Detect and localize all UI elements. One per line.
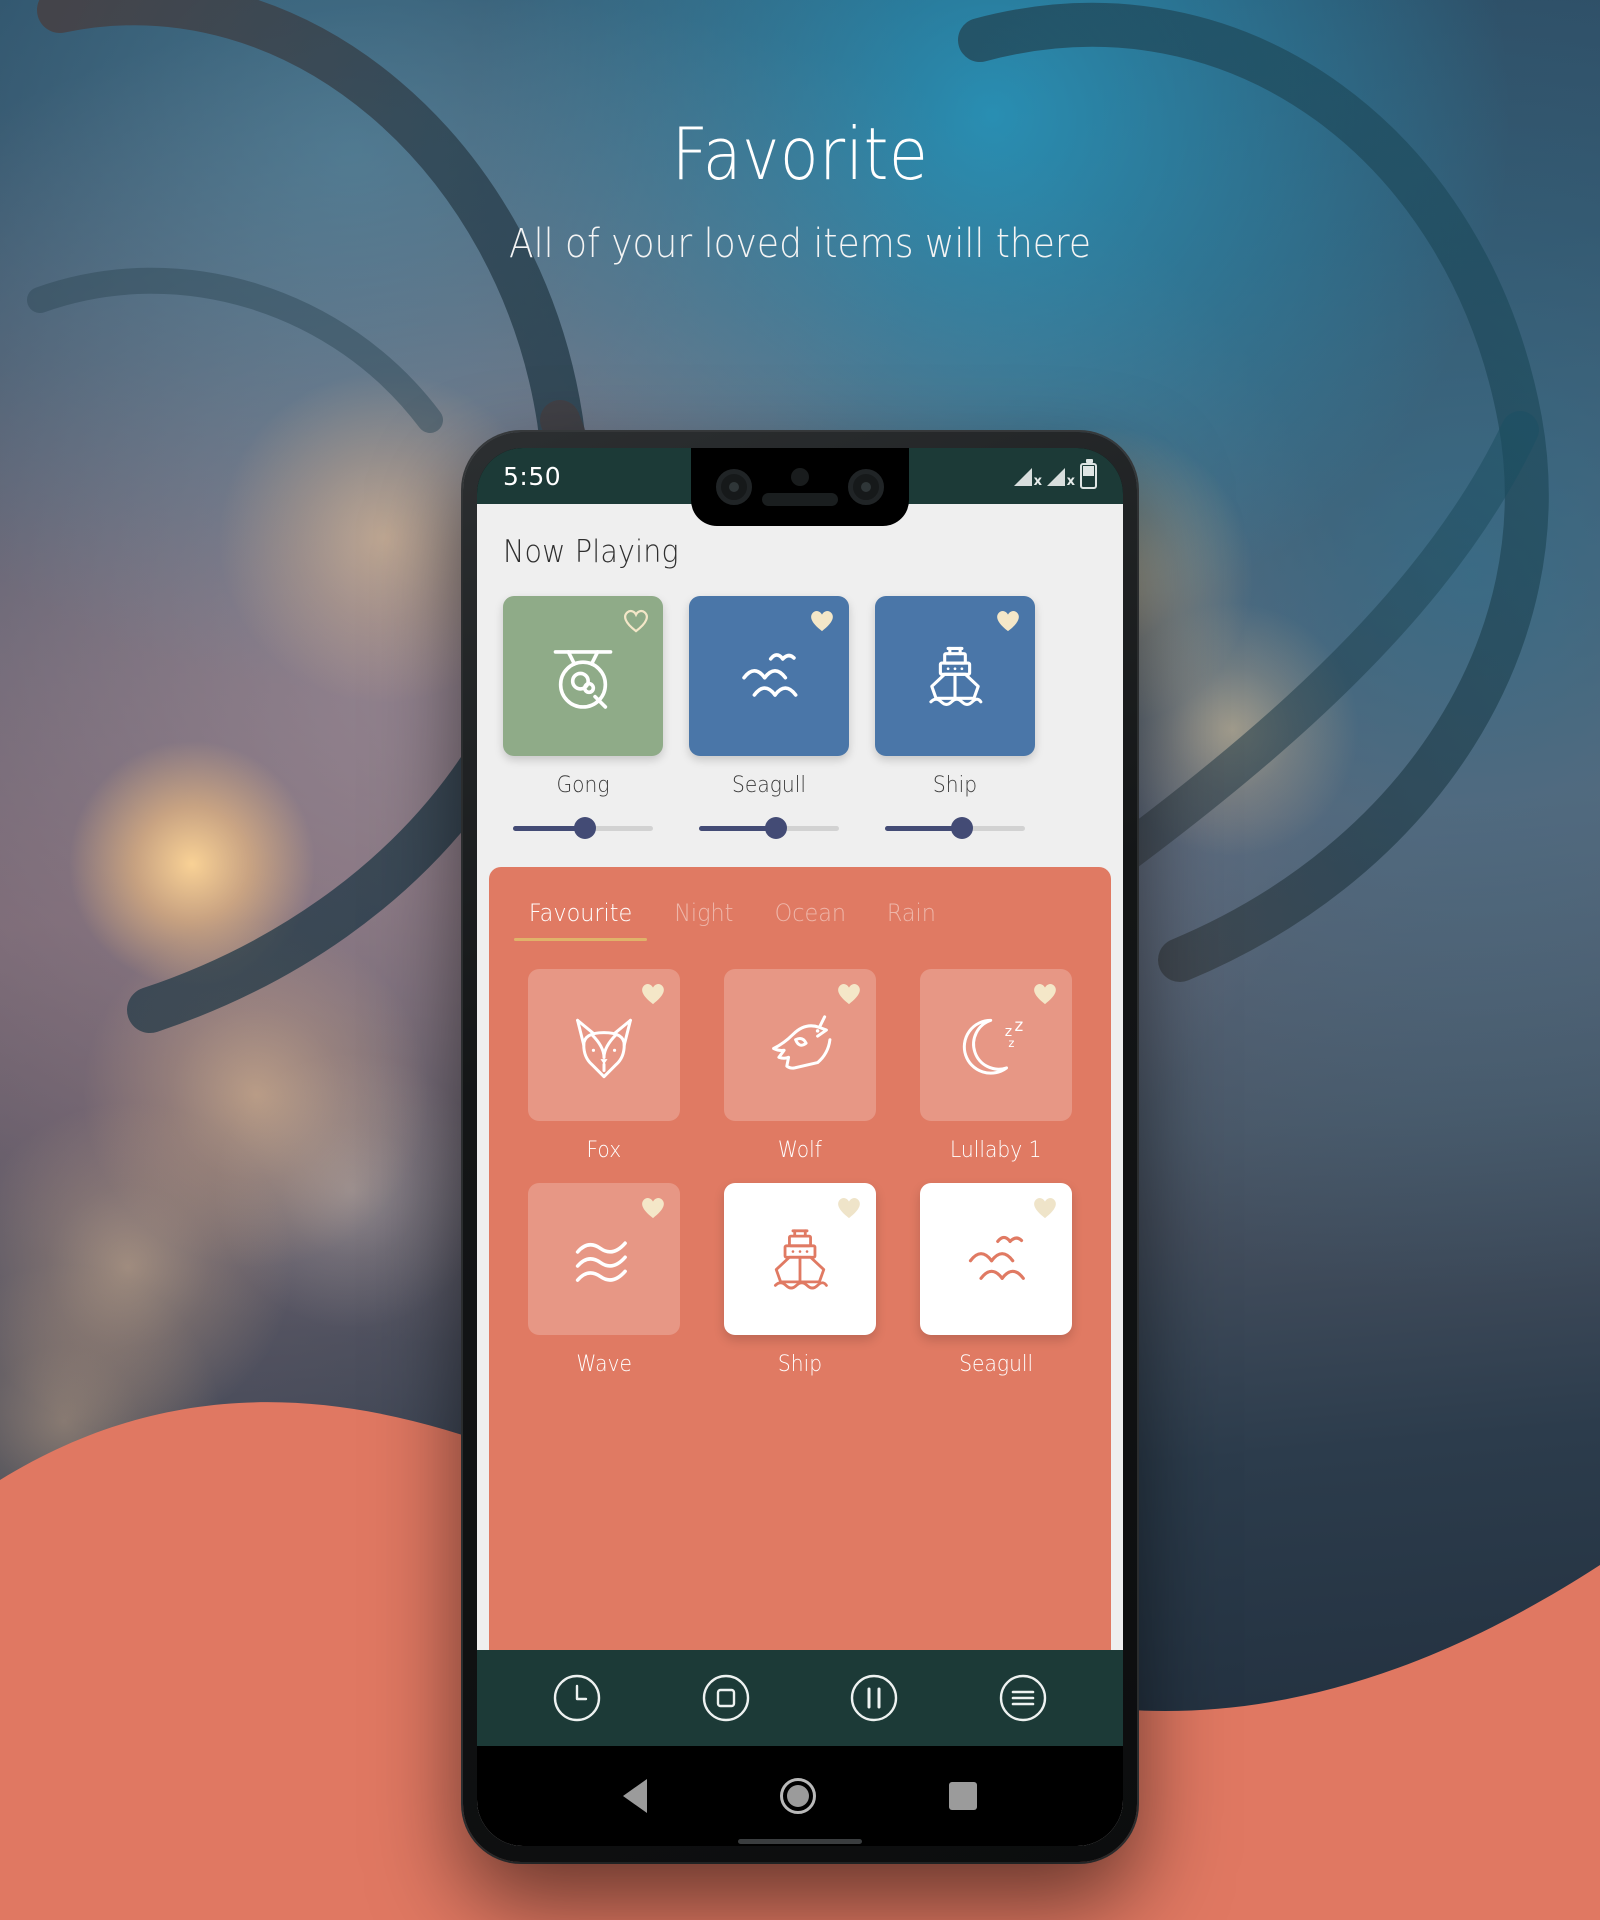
heart-filled-icon[interactable] <box>639 980 667 1006</box>
category-tabs: Favourite Night Ocean Rain <box>489 867 1111 941</box>
sound-tile-ship[interactable] <box>724 1183 876 1335</box>
back-triangle-icon[interactable] <box>623 1779 648 1813</box>
page-subtitle: All of your loved items will there <box>508 221 1092 267</box>
wolf-icon <box>772 1015 832 1070</box>
heart-filled-icon[interactable] <box>1031 1194 1059 1220</box>
home-circle-icon[interactable] <box>779 1778 816 1814</box>
volume-slider-gong[interactable] <box>503 817 663 839</box>
sound-tile-wave[interactable] <box>528 1183 680 1335</box>
fox-icon <box>576 1018 632 1079</box>
ship-icon <box>773 1229 828 1290</box>
heart-filled-icon[interactable] <box>639 1194 667 1220</box>
sound-label: Ship <box>932 773 978 798</box>
seagull-icon <box>742 653 798 697</box>
tab-ocean[interactable]: Ocean <box>760 893 861 941</box>
heart-filled-icon[interactable] <box>835 1194 863 1220</box>
android-navigation-bar <box>477 1746 1123 1846</box>
front-camera-2-icon <box>848 469 884 505</box>
tab-favourite[interactable]: Favourite <box>514 893 648 941</box>
sound-tile-wolf[interactable] <box>724 969 876 1121</box>
sound-card-seagull[interactable] <box>689 596 849 756</box>
library-item-wolf[interactable]: Wolf <box>715 969 885 1163</box>
sound-label: Gong <box>556 773 610 798</box>
signal-x-2-icon: x <box>1047 464 1075 488</box>
clock-circle-icon[interactable] <box>551 1672 603 1724</box>
status-bar: 5:50 x x <box>477 448 1123 526</box>
sound-label: Lullaby 1 <box>950 1138 1042 1163</box>
front-camera-icon <box>716 469 752 505</box>
sound-label: Seagull <box>959 1352 1033 1377</box>
now-playing-title: Now Playing <box>503 534 679 570</box>
status-time: 5:50 <box>503 461 562 491</box>
phone-mockup: 5:50 x x Now Playing Gong Seagull Ship F… <box>463 432 1137 1862</box>
sound-label: Fox <box>586 1138 622 1163</box>
sound-card-gong[interactable] <box>503 596 663 756</box>
heart-outline-icon[interactable] <box>622 607 650 633</box>
library-item-wave[interactable]: Wave <box>519 1183 689 1377</box>
signal-x-icon: x <box>1014 464 1042 488</box>
sound-label: Ship <box>777 1352 823 1377</box>
moon-zzz-icon: z z z <box>962 1015 1023 1075</box>
sound-card-ship[interactable] <box>875 596 1035 756</box>
ship-icon <box>929 646 983 706</box>
recents-square-icon[interactable] <box>948 1782 977 1810</box>
now-playing-grid: Gong Seagull Ship <box>503 596 1097 839</box>
sound-label: Seagull <box>732 773 806 798</box>
player-control-bar <box>477 1650 1123 1746</box>
library-item-fox[interactable]: Fox <box>519 969 689 1163</box>
heart-filled-icon[interactable] <box>808 607 836 633</box>
status-icons: x x <box>1014 459 1097 489</box>
volume-slider-ship[interactable] <box>875 817 1035 839</box>
earpiece-speaker-icon <box>762 493 838 506</box>
now-playing-item-ship[interactable]: Ship <box>875 596 1035 839</box>
pause-circle-icon[interactable] <box>848 1672 900 1724</box>
heart-filled-icon[interactable] <box>994 607 1022 633</box>
library-panel: Favourite Night Ocean Rain Fox Wolf z z … <box>489 867 1111 1650</box>
volume-slider-seagull[interactable] <box>689 817 849 839</box>
seagull-icon <box>968 1235 1025 1280</box>
notch <box>691 448 909 526</box>
svg-text:z: z <box>1014 1015 1023 1035</box>
battery-icon <box>1080 459 1097 489</box>
library-grid: Fox Wolf z z z Lullaby 1 Wave Ship Seagu… <box>489 941 1111 1377</box>
library-item-lullaby-1[interactable]: z z z Lullaby 1 <box>911 969 1081 1163</box>
sound-tile-seagull[interactable] <box>920 1183 1072 1335</box>
sound-tile-lullaby-1[interactable]: z z z <box>920 969 1072 1121</box>
library-item-seagull[interactable]: Seagull <box>911 1183 1081 1377</box>
heart-filled-icon[interactable] <box>1031 980 1059 1006</box>
library-item-ship[interactable]: Ship <box>715 1183 885 1377</box>
tab-rain[interactable]: Rain <box>872 893 951 941</box>
notch-sensors <box>762 468 838 506</box>
menu-circle-icon[interactable] <box>997 1672 1049 1724</box>
app-screen: Now Playing Gong Seagull Ship Favourite … <box>477 504 1123 1846</box>
gong-icon <box>553 650 613 709</box>
tab-night[interactable]: Night <box>659 893 748 941</box>
now-playing-item-gong[interactable]: Gong <box>503 596 663 839</box>
sensor-dot-icon <box>791 468 809 486</box>
now-playing-item-seagull[interactable]: Seagull <box>689 596 849 839</box>
sound-label: Wave <box>576 1352 632 1377</box>
page-title: Favorite <box>671 112 929 196</box>
now-playing-section: Now Playing Gong Seagull Ship <box>477 504 1123 859</box>
sound-label: Wolf <box>778 1138 822 1163</box>
sound-tile-fox[interactable] <box>528 969 680 1121</box>
heart-filled-icon[interactable] <box>835 980 863 1006</box>
phone-chin <box>738 1839 862 1844</box>
stop-circle-icon[interactable] <box>700 1672 752 1724</box>
svg-text:z: z <box>1008 1036 1014 1050</box>
wave-icon <box>575 1241 627 1282</box>
